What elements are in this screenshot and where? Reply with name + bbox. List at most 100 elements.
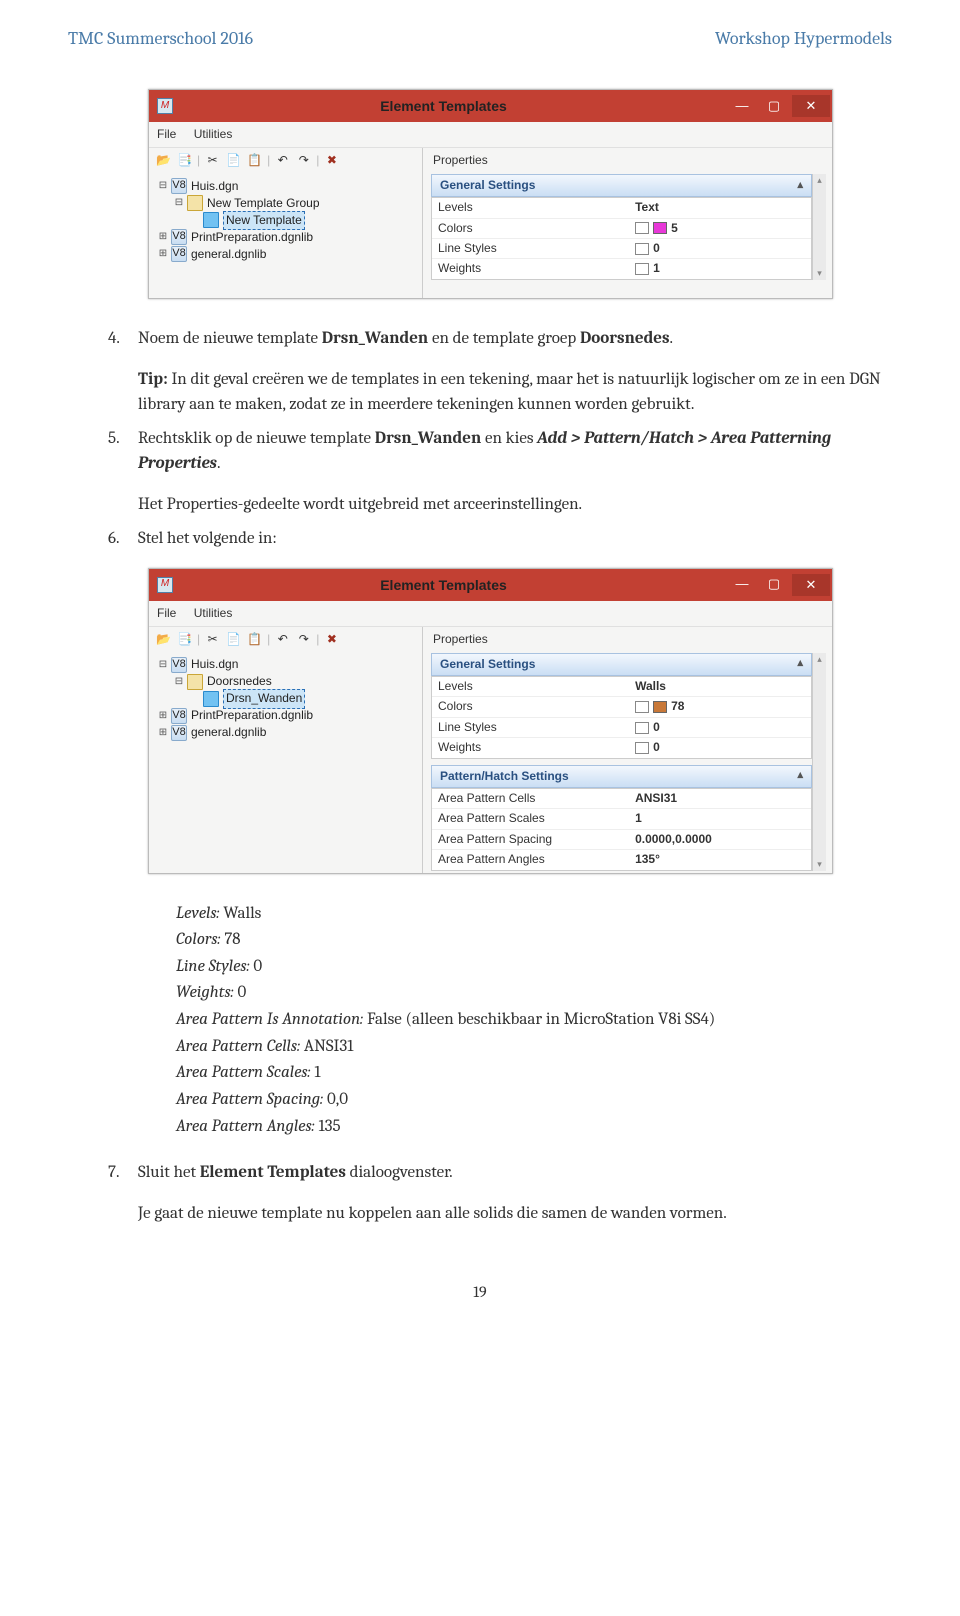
prop-colors-value[interactable]: 78	[629, 697, 811, 716]
prop-levels-value[interactable]: Walls	[629, 677, 811, 696]
prop-area-spacing-value[interactable]: 0.0000,0.0000	[629, 830, 811, 849]
tree-node-lib[interactable]: ⊞V8PrintPreparation.dgnlib	[157, 229, 414, 246]
scrollbar[interactable]: ▴▾	[812, 174, 826, 280]
tree-node-dgn[interactable]: ⊟V8Huis.dgn	[157, 657, 414, 674]
element-templates-dialog-2: M Element Templates — ▢ ✕ File Utilities…	[148, 568, 833, 874]
open-icon[interactable]: 📂	[155, 631, 172, 648]
menu-utilities[interactable]: Utilities	[194, 606, 233, 620]
step-6: 6. Stel het volgende in:	[108, 527, 892, 552]
prop-colors-value[interactable]: 5	[629, 219, 811, 238]
import-icon[interactable]: 📑	[176, 631, 193, 648]
menu-file[interactable]: File	[157, 127, 176, 141]
prop-linestyles: Line Styles	[432, 718, 629, 737]
chevron-up-icon: ▴	[797, 178, 803, 194]
redo-icon[interactable]: ↷	[295, 631, 312, 648]
undo-icon[interactable]: ↶	[274, 153, 291, 170]
toolbar: 📂 📑 | ✂ 📄 📋 | ↶ ↷ | ✖	[151, 629, 420, 654]
cut-icon[interactable]: ✂	[204, 631, 221, 648]
copy-icon[interactable]: 📄	[225, 153, 242, 170]
tree-pane: 📂 📑 | ✂ 📄 📋 | ↶ ↷ | ✖ ⊟V8Huis.dgn ⊟New T…	[149, 148, 423, 298]
section-general-settings[interactable]: General Settings▴	[431, 653, 812, 676]
properties-pane: Properties General Settings▴ LevelsText …	[423, 148, 832, 298]
step-7: 7. Sluit het Element Templates dialoogve…	[108, 1161, 892, 1186]
paste-icon[interactable]: 📋	[246, 153, 263, 170]
prop-weights: Weights	[432, 738, 629, 757]
step-number: 6.	[108, 527, 138, 552]
prop-levels: Levels	[432, 198, 629, 217]
separator: |	[197, 152, 200, 169]
tree-pane: 📂 📑 | ✂ 📄 📋 | ↶ ↷ | ✖ ⊟V8Huis.dgn ⊟Doors…	[149, 627, 423, 872]
separator: |	[267, 152, 270, 169]
close-button[interactable]: ✕	[792, 95, 830, 117]
properties-table-a: LevelsWalls Colors78 Line Styles0 Weight…	[431, 676, 812, 759]
cut-icon[interactable]: ✂	[204, 153, 221, 170]
page-header: TMC Summerschool 2016 Workshop Hypermode…	[0, 0, 960, 59]
prop-linestyles-value[interactable]: 0	[629, 239, 811, 258]
tip-paragraph: Tip: In dit geval creëren we de template…	[138, 368, 892, 417]
template-tree: ⊟V8Huis.dgn ⊟New Template Group New Temp…	[151, 176, 420, 265]
redo-icon[interactable]: ↷	[295, 153, 312, 170]
prop-weights-value[interactable]: 1	[629, 259, 811, 278]
prop-levels-value[interactable]: Text	[629, 198, 811, 217]
tree-node-group[interactable]: ⊟Doorsnedes	[157, 674, 414, 691]
settings-list: Levels: Walls Colors: 78 Line Styles: 0 …	[176, 902, 892, 1140]
dialog-title: Element Templates	[181, 96, 706, 116]
section-general-settings[interactable]: General Settings▴	[431, 174, 812, 197]
close-button[interactable]: ✕	[792, 574, 830, 596]
maximize-button[interactable]: ▢	[760, 95, 788, 117]
app-icon: M	[157, 98, 173, 114]
prop-colors: Colors	[432, 219, 629, 238]
step-5: 5. Rechtsklik op de nieuwe template Drsn…	[108, 427, 892, 476]
prop-weights-value[interactable]: 0	[629, 738, 811, 757]
prop-area-scales-value[interactable]: 1	[629, 809, 811, 828]
prop-area-cells-value[interactable]: ANSI31	[629, 789, 811, 808]
separator: |	[316, 152, 319, 169]
page-number: 19	[0, 1257, 960, 1331]
import-icon[interactable]: 📑	[176, 153, 193, 170]
properties-pane: Properties General Settings▴ LevelsWalls…	[423, 627, 832, 872]
tree-node-group[interactable]: ⊟New Template Group	[157, 195, 414, 212]
tree-node-lib[interactable]: ⊞V8general.dgnlib	[157, 725, 414, 742]
prop-area-cells: Area Pattern Cells	[432, 789, 629, 808]
undo-icon[interactable]: ↶	[274, 631, 291, 648]
paste-icon[interactable]: 📋	[246, 631, 263, 648]
prop-levels: Levels	[432, 677, 629, 696]
properties-table: LevelsText Colors5 Line Styles0 Weights1	[431, 197, 812, 280]
step-number: 7.	[108, 1161, 138, 1186]
maximize-button[interactable]: ▢	[760, 574, 788, 596]
properties-label: Properties	[431, 150, 826, 173]
section-pattern-hatch-settings[interactable]: Pattern/Hatch Settings▴	[431, 765, 812, 788]
menubar: File Utilities	[149, 122, 832, 148]
element-templates-dialog-1: M Element Templates — ▢ ✕ File Utilities…	[148, 89, 833, 299]
delete-icon[interactable]: ✖	[323, 153, 340, 170]
tree-node-template-selected[interactable]: Drsn_Wanden	[157, 691, 414, 708]
minimize-button[interactable]: —	[728, 574, 756, 596]
prop-linestyles-value[interactable]: 0	[629, 718, 811, 737]
minimize-button[interactable]: —	[728, 95, 756, 117]
tree-node-dgn[interactable]: ⊟V8Huis.dgn	[157, 178, 414, 195]
copy-icon[interactable]: 📄	[225, 631, 242, 648]
menu-file[interactable]: File	[157, 606, 176, 620]
scrollbar[interactable]: ▴▾	[812, 653, 826, 871]
color-swatch-icon	[653, 701, 667, 713]
prop-area-angles-value[interactable]: 135°	[629, 850, 811, 869]
step-5-followup: Het Properties-gedeelte wordt uitgebreid…	[138, 493, 892, 518]
dialog-title: Element Templates	[181, 575, 706, 595]
step-number: 4.	[108, 327, 138, 352]
chevron-up-icon: ▴	[797, 768, 803, 784]
prop-area-scales: Area Pattern Scales	[432, 809, 629, 828]
tree-node-lib[interactable]: ⊞V8general.dgnlib	[157, 246, 414, 263]
delete-icon[interactable]: ✖	[323, 631, 340, 648]
titlebar: M Element Templates — ▢ ✕	[149, 569, 832, 601]
properties-label: Properties	[431, 629, 826, 652]
prop-linestyles: Line Styles	[432, 239, 629, 258]
tree-node-lib[interactable]: ⊞V8PrintPreparation.dgnlib	[157, 708, 414, 725]
prop-area-spacing: Area Pattern Spacing	[432, 830, 629, 849]
menu-utilities[interactable]: Utilities	[194, 127, 233, 141]
header-left: TMC Summerschool 2016	[68, 28, 253, 49]
chevron-up-icon: ▴	[797, 656, 803, 672]
prop-area-angles: Area Pattern Angles	[432, 850, 629, 869]
color-swatch-icon	[653, 222, 667, 234]
tree-node-template-selected[interactable]: New Template	[157, 212, 414, 229]
open-icon[interactable]: 📂	[155, 153, 172, 170]
